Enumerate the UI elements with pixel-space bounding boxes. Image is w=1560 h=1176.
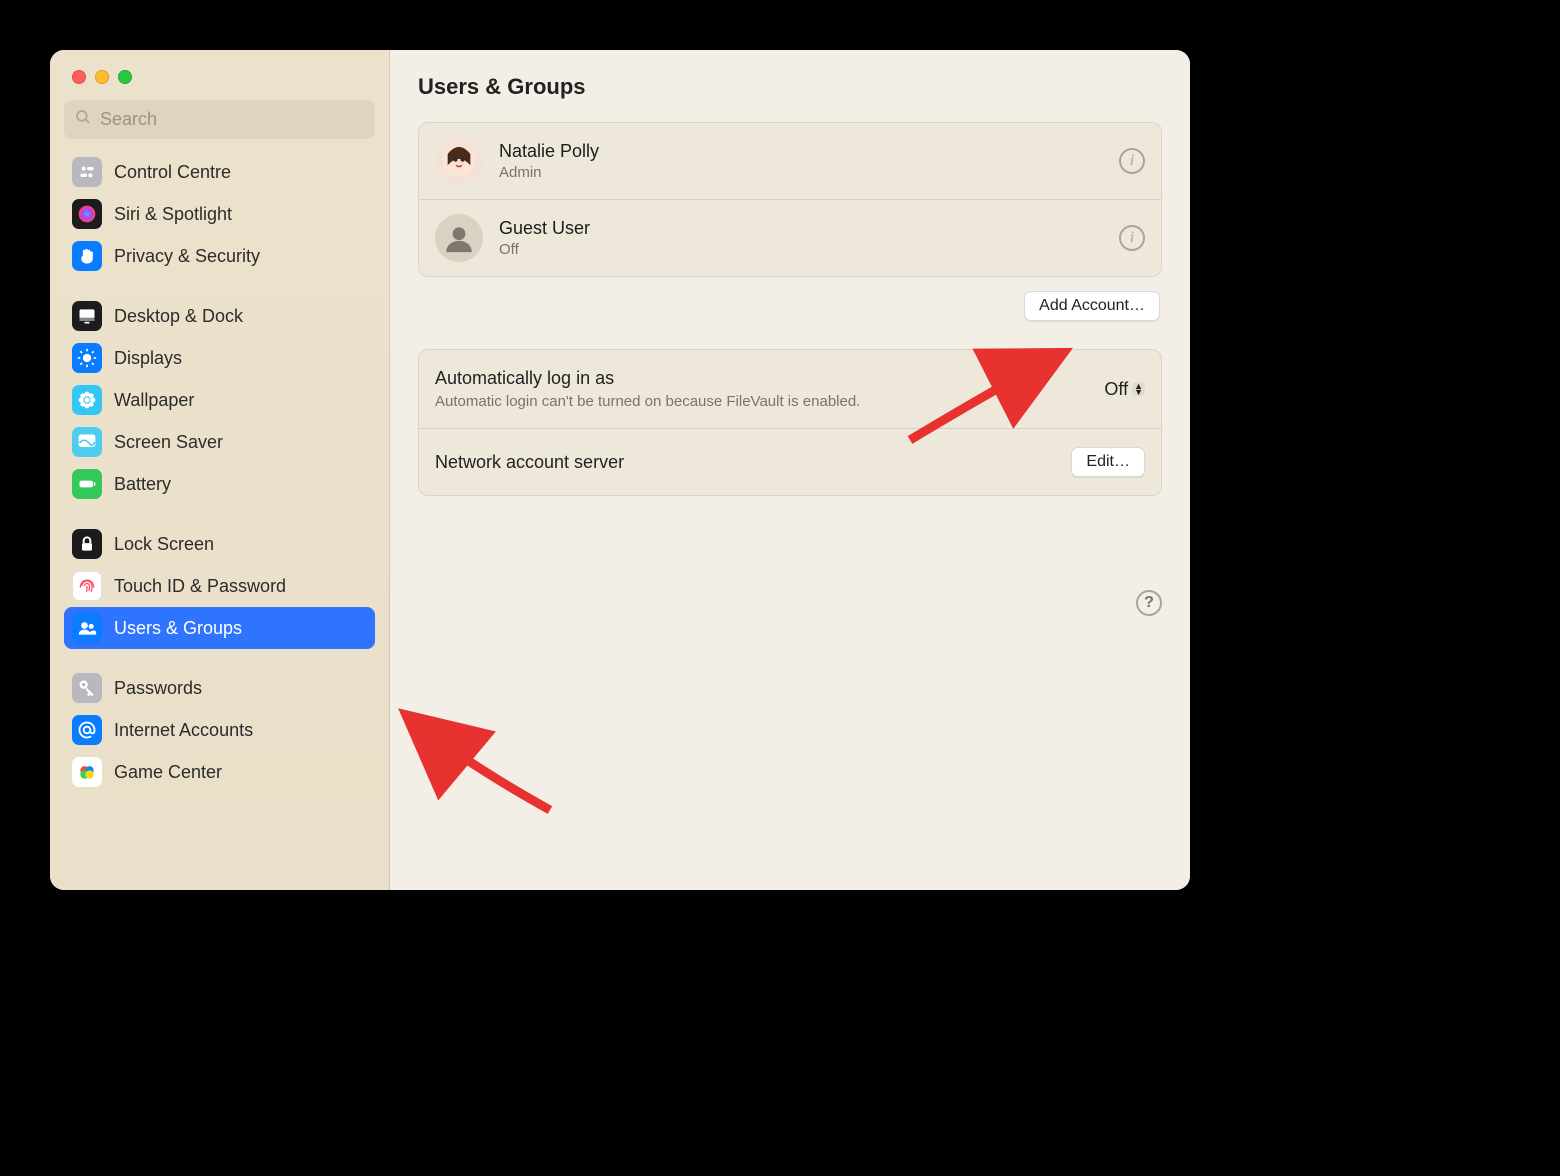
sidebar-item-control-centre[interactable]: Control Centre — [64, 151, 375, 193]
sidebar-item-label: Desktop & Dock — [114, 306, 243, 327]
user-name: Natalie Polly — [499, 141, 1103, 162]
sidebar-item-passwords[interactable]: Passwords — [64, 667, 375, 709]
minimize-window-button[interactable] — [95, 70, 109, 84]
help-button[interactable]: ? — [1136, 590, 1162, 616]
sidebar-item-users-groups[interactable]: Users & Groups — [64, 607, 375, 649]
sidebar-item-siri-spotlight[interactable]: Siri & Spotlight — [64, 193, 375, 235]
flower-icon — [72, 385, 102, 415]
sidebar-item-label: Wallpaper — [114, 390, 194, 411]
sidebar-item-privacy-security[interactable]: Privacy & Security — [64, 235, 375, 277]
zoom-window-button[interactable] — [118, 70, 132, 84]
close-window-button[interactable] — [72, 70, 86, 84]
network-server-row: Network account server Edit… — [419, 428, 1161, 495]
user-role: Off — [499, 241, 1103, 258]
auto-login-popup[interactable]: Off ▲▼ — [1104, 379, 1145, 400]
control-centre-icon — [72, 157, 102, 187]
desktop-icon — [72, 301, 102, 331]
at-icon — [72, 715, 102, 745]
sidebar-list: Control Centre Siri & Spotlight Privacy & … — [50, 151, 389, 890]
user-row[interactable]: Natalie Polly Admin i — [419, 123, 1161, 199]
siri-icon — [72, 199, 102, 229]
sidebar-item-lock-screen[interactable]: Lock Screen — [64, 523, 375, 565]
sidebar-item-label: Touch ID & Password — [114, 576, 286, 597]
sidebar-item-label: Internet Accounts — [114, 720, 253, 741]
avatar — [435, 214, 483, 262]
sidebar-item-label: Passwords — [114, 678, 202, 699]
users-icon — [72, 613, 102, 643]
screensaver-icon — [72, 427, 102, 457]
popup-stepper-icon: ▲▼ — [1132, 382, 1145, 396]
gamecenter-icon — [72, 757, 102, 787]
page-title: Users & Groups — [418, 74, 1162, 100]
network-server-label: Network account server — [435, 452, 624, 473]
sidebar-item-internet-accounts[interactable]: Internet Accounts — [64, 709, 375, 751]
sidebar-item-battery[interactable]: Battery — [64, 463, 375, 505]
sidebar-item-game-center[interactable]: Game Center — [64, 751, 375, 793]
sun-icon — [72, 343, 102, 373]
sidebar: Control Centre Siri & Spotlight Privacy & … — [50, 50, 390, 890]
users-card: Natalie Polly Admin i Guest User Off i — [418, 122, 1162, 277]
main-panel: Users & Groups Natalie Polly Admin i Gu — [390, 50, 1190, 890]
login-settings-card: Automatically log in as Automatic login … — [418, 349, 1162, 496]
sidebar-item-desktop-dock[interactable]: Desktop & Dock — [64, 295, 375, 337]
auto-login-label: Automatically log in as — [435, 368, 860, 389]
network-server-edit-button[interactable]: Edit… — [1071, 447, 1145, 477]
info-button[interactable]: i — [1119, 225, 1145, 251]
sidebar-item-label: Users & Groups — [114, 618, 242, 639]
user-row[interactable]: Guest User Off i — [419, 199, 1161, 276]
battery-icon — [72, 469, 102, 499]
window-controls — [50, 50, 389, 100]
avatar — [435, 137, 483, 185]
hand-icon — [72, 241, 102, 271]
key-icon — [72, 673, 102, 703]
add-account-button[interactable]: Add Account… — [1024, 291, 1160, 321]
sidebar-item-label: Displays — [114, 348, 182, 369]
sidebar-item-label: Control Centre — [114, 162, 231, 183]
auto-login-row: Automatically log in as Automatic login … — [419, 350, 1161, 428]
sidebar-item-label: Siri & Spotlight — [114, 204, 232, 225]
settings-window: Control Centre Siri & Spotlight Privacy & … — [50, 50, 1190, 890]
sidebar-item-label: Privacy & Security — [114, 246, 260, 267]
sidebar-item-displays[interactable]: Displays — [64, 337, 375, 379]
sidebar-item-label: Battery — [114, 474, 171, 495]
search-field[interactable] — [64, 100, 375, 139]
fingerprint-icon — [72, 571, 102, 601]
sidebar-item-wallpaper[interactable]: Wallpaper — [64, 379, 375, 421]
sidebar-item-label: Lock Screen — [114, 534, 214, 555]
user-role: Admin — [499, 164, 1103, 181]
sidebar-item-screen-saver[interactable]: Screen Saver — [64, 421, 375, 463]
sidebar-item-touch-id-password[interactable]: Touch ID & Password — [64, 565, 375, 607]
user-name: Guest User — [499, 218, 1103, 239]
sidebar-item-label: Screen Saver — [114, 432, 223, 453]
lock-icon — [72, 529, 102, 559]
search-input[interactable] — [100, 109, 365, 130]
auto-login-note: Automatic login can't be turned on becau… — [435, 393, 860, 410]
search-icon — [74, 108, 92, 131]
auto-login-value: Off — [1104, 379, 1128, 400]
sidebar-item-label: Game Center — [114, 762, 222, 783]
info-button[interactable]: i — [1119, 148, 1145, 174]
